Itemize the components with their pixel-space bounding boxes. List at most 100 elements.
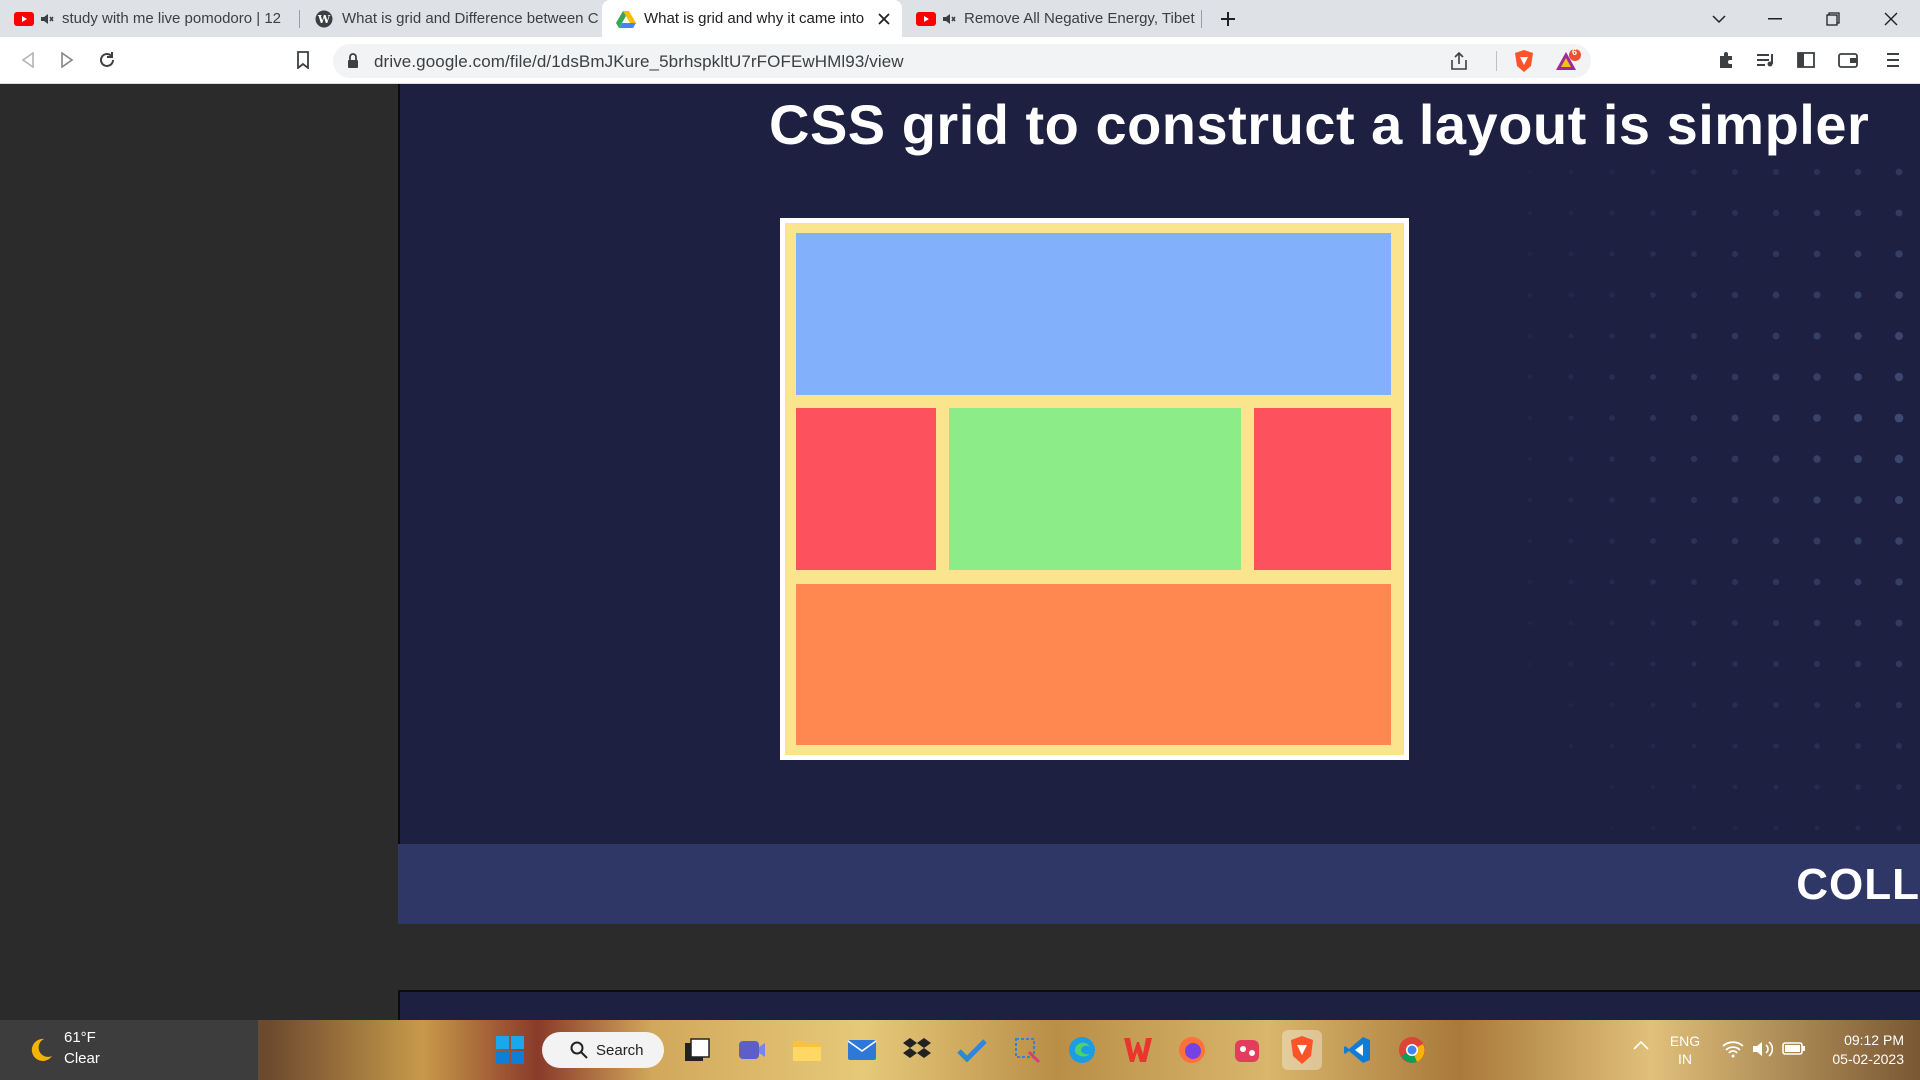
pattern-dot [1609,702,1615,708]
sidebar-toggle-icon[interactable] [1791,45,1821,75]
pattern-dot [1772,455,1780,463]
weather-widget[interactable]: 61°F Clear [0,1020,258,1080]
bookmark-icon[interactable] [288,45,318,75]
dropbox-icon[interactable] [897,1030,937,1070]
pattern-dot [1854,209,1862,217]
pattern-dot [1772,332,1780,340]
restore-button[interactable] [1810,0,1856,37]
brave-rewards-icon[interactable]: 6 [1555,47,1581,73]
pattern-dot [1854,619,1862,627]
tab-remove-negative-energy[interactable]: Remove All Negative Energy, Tibet [902,0,1202,37]
brave-browser-icon[interactable] [1282,1030,1322,1070]
vscode-icon[interactable] [1337,1030,1377,1070]
tab-what-is-grid-difference[interactable]: W What is grid and Difference between C [300,0,602,37]
pattern-dot [1650,825,1656,831]
pattern-dot [1691,579,1697,585]
tab-study-with-me[interactable]: study with me live pomodoro | 12 [0,0,300,37]
battery-icon[interactable] [1782,1040,1806,1056]
pattern-dot [1650,702,1656,708]
clock-date: 05-02-2023 [1832,1051,1904,1067]
pattern-dot [1609,579,1615,585]
pattern-dot [1895,742,1903,750]
volume-icon[interactable] [1752,1040,1774,1058]
tab-what-is-grid-active[interactable]: What is grid and why it came into [602,0,902,37]
pattern-dot [1853,413,1863,423]
language-indicator[interactable]: ENG IN [1667,1032,1703,1068]
brave-shields-icon[interactable] [1513,49,1535,73]
pattern-dot [1894,454,1904,464]
taskbar-search[interactable]: Search [542,1032,664,1068]
pattern-dot [1568,702,1574,708]
pattern-dot [1690,496,1698,504]
pattern-dot [1854,168,1862,176]
show-hidden-icons-chevron[interactable] [1633,1040,1649,1050]
next-slide-page [398,990,1920,1020]
pattern-dot [1854,537,1862,545]
media-controls-icon[interactable] [1751,45,1781,75]
wifi-icon[interactable] [1722,1040,1744,1058]
extensions-puzzle-icon[interactable] [1711,45,1741,75]
pattern-dot [1527,210,1533,216]
pattern-dot [1855,743,1861,749]
firefox-icon[interactable] [1172,1030,1212,1070]
reload-button[interactable] [92,45,122,75]
pattern-dot [1895,578,1903,586]
back-button[interactable] [13,45,43,75]
pattern-dot [1527,169,1533,175]
tab-search-chevron-icon[interactable] [1696,0,1742,37]
pattern-dot [1772,537,1780,545]
pattern-dot [1896,825,1902,831]
pattern-dot [1650,169,1656,175]
close-tab-icon[interactable] [878,12,890,25]
grid-header-cell [796,233,1391,395]
pattern-dot [1650,538,1656,544]
pattern-dot [1650,661,1656,667]
weather-temperature: 61°F [64,1029,96,1046]
todo-icon[interactable] [952,1030,992,1070]
file-explorer-icon[interactable] [787,1030,827,1070]
pattern-dot [1650,579,1656,585]
tab-title: Remove All Negative Energy, Tibet [964,10,1195,27]
muted-speaker-icon[interactable] [40,12,54,26]
menu-icon[interactable] [1878,45,1908,75]
presentation-slide: CSS grid to construct a layout is simple… [398,84,1920,844]
game-app-icon[interactable] [1227,1030,1267,1070]
wps-office-icon[interactable] [1117,1030,1157,1070]
wallet-icon[interactable] [1833,45,1863,75]
pattern-dot [1650,210,1656,216]
pattern-dot [1650,784,1656,790]
start-button[interactable] [490,1030,530,1070]
pattern-dot [1568,620,1574,626]
youtube-icon [916,9,936,29]
pattern-dot [1650,497,1656,503]
new-tab-button[interactable] [1205,0,1251,37]
pattern-dot [1568,374,1574,380]
snipping-tool-icon[interactable] [1007,1030,1047,1070]
pattern-dot [1731,332,1739,340]
teams-chat-icon[interactable] [732,1030,772,1070]
address-bar[interactable]: drive.google.com/file/d/1dsBmJKure_5brhs… [333,44,1591,78]
pattern-dot [1568,538,1574,544]
lock-icon[interactable] [347,53,359,69]
clock[interactable]: 09:12 PM 05-02-2023 [1818,1031,1904,1069]
pattern-dot [1732,620,1738,626]
pattern-dot [1772,496,1780,504]
muted-speaker-icon[interactable] [942,12,956,26]
edge-browser-icon[interactable] [1062,1030,1102,1070]
task-view-icon[interactable] [677,1030,717,1070]
forward-button[interactable] [52,45,82,75]
pattern-dot [1732,825,1738,831]
pattern-dot [1773,784,1779,790]
pattern-dot [1732,784,1738,790]
chrome-icon[interactable] [1392,1030,1432,1070]
mail-icon[interactable] [842,1030,882,1070]
pattern-dot [1568,169,1574,175]
pattern-dot [1650,251,1656,257]
share-icon[interactable] [1449,51,1469,71]
close-window-button[interactable] [1868,0,1914,37]
pattern-dot [1772,373,1780,381]
pattern-dot [1690,537,1698,545]
minimize-button[interactable] [1752,0,1798,37]
pattern-dot [1691,743,1697,749]
pattern-dot [1854,250,1862,258]
